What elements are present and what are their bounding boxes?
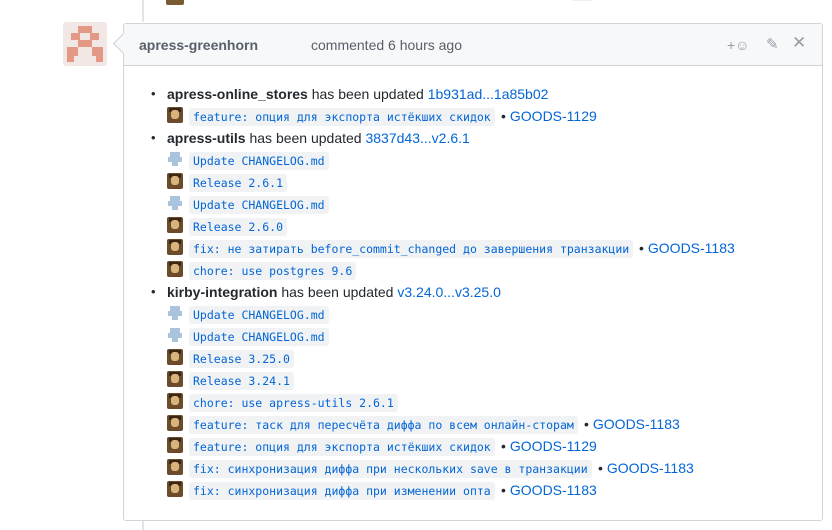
commit-message-link[interactable]: Update CHANGELOG.md xyxy=(189,152,329,170)
user-avatar-icon[interactable] xyxy=(167,239,183,255)
commit-message-link[interactable]: Release 3.24.1 xyxy=(189,372,294,390)
commit-message-link[interactable]: fix: синхронизация диффа при нескольких … xyxy=(189,460,592,478)
user-avatar-icon[interactable] xyxy=(167,371,183,387)
ticket-ref: • GOODS-1183 xyxy=(584,415,680,433)
ticket-ref: • GOODS-1183 xyxy=(598,459,694,477)
user-avatar-icon[interactable] xyxy=(167,261,183,277)
separator-dot: • xyxy=(501,438,506,454)
separator-dot: • xyxy=(598,460,603,476)
comment-author-link[interactable]: apress-greenhorn xyxy=(139,37,258,53)
user-avatar-icon[interactable] xyxy=(167,437,183,453)
ticket-ref: • GOODS-1129 xyxy=(501,107,597,125)
commit-message-link[interactable]: fix: не затирать before_commit_changed д… xyxy=(189,240,634,258)
commit-message-link[interactable]: Update CHANGELOG.md xyxy=(189,328,329,346)
user-avatar-icon[interactable] xyxy=(167,481,183,497)
commit-message-link[interactable]: fix: синхронизация диффа при изменении о… xyxy=(189,482,495,500)
list-bullet: • xyxy=(151,130,156,145)
repo-update-line: • apress-online_stores has been updated 1… xyxy=(151,85,549,103)
bot-avatar-icon[interactable] xyxy=(167,195,183,211)
ticket-link[interactable]: GOODS-1129 xyxy=(510,108,597,124)
user-avatar-icon[interactable] xyxy=(167,349,183,365)
bot-avatar-icon[interactable] xyxy=(167,305,183,321)
user-avatar-icon[interactable] xyxy=(167,459,183,475)
commit-message-link[interactable]: feature: таск для пересчёта диффа по все… xyxy=(189,416,578,434)
bot-avatar-icon[interactable] xyxy=(167,327,183,343)
repo-update-line: • apress-utils has been updated 3837d43..… xyxy=(151,129,470,147)
ticket-link[interactable]: GOODS-1129 xyxy=(510,438,597,454)
comment-meta: commented 6 hours ago xyxy=(311,37,462,53)
compare-range-link[interactable]: 3837d43...v2.6.1 xyxy=(365,130,469,146)
repo-name: kirby-integration xyxy=(167,284,278,300)
ticket-link[interactable]: GOODS-1183 xyxy=(607,460,694,476)
commit-message-link[interactable]: Release 2.6.1 xyxy=(189,174,288,192)
repo-name: apress-online_stores xyxy=(167,86,308,102)
commit-author-avatar xyxy=(166,0,184,5)
separator-dot: • xyxy=(584,416,589,432)
compare-range-link[interactable]: v3.24.0...v3.25.0 xyxy=(397,284,501,300)
timeline-line xyxy=(142,0,144,22)
close-icon[interactable]: ✕ xyxy=(792,34,806,51)
repo-name: apress-utils xyxy=(167,130,246,146)
user-avatar-icon[interactable] xyxy=(167,415,183,431)
list-bullet: • xyxy=(151,284,156,299)
pencil-icon[interactable]: ✎ xyxy=(766,37,779,53)
comment-timestamp[interactable]: 6 hours ago xyxy=(388,37,462,53)
bot-avatar-icon[interactable] xyxy=(167,151,183,167)
comment-action: commented xyxy=(311,37,385,53)
commit-message-link[interactable]: Release 2.6.0 xyxy=(189,218,288,236)
repo-verb: has been updated xyxy=(281,284,394,300)
ticket-ref: • GOODS-1183 xyxy=(501,481,597,499)
ticket-ref: • GOODS-1129 xyxy=(501,437,597,455)
truncated-code xyxy=(572,0,592,1)
timeline-stage: { "comment": { "author": "apress-greenho… xyxy=(0,0,832,530)
repo-verb: has been updated xyxy=(249,130,362,146)
comment-box: apress-greenhorn commented 6 hours ago +… xyxy=(123,23,823,521)
previous-comment-remnant: ✕ xyxy=(164,0,784,5)
repo-update-line: • kirby-integration has been updated v3.2… xyxy=(151,283,501,301)
separator-dot: • xyxy=(501,482,506,498)
ticket-link[interactable]: GOODS-1183 xyxy=(648,240,735,256)
commit-message-link[interactable]: feature: опция для экспорта истёкших ски… xyxy=(189,438,495,456)
compare-range-link[interactable]: 1b931ad...1a85b02 xyxy=(428,86,549,102)
commit-message-link[interactable]: chore: use postgres 9.6 xyxy=(189,262,357,280)
separator-dot: • xyxy=(501,108,506,124)
user-avatar-icon[interactable] xyxy=(167,217,183,233)
list-bullet: • xyxy=(151,86,156,101)
add-reaction-icon[interactable]: +☺ xyxy=(727,37,749,53)
repo-verb: has been updated xyxy=(311,86,424,102)
comment-header: apress-greenhorn commented 6 hours ago +… xyxy=(124,24,822,66)
user-avatar-icon[interactable] xyxy=(167,107,183,123)
commit-message-link[interactable]: Update CHANGELOG.md xyxy=(189,306,329,324)
commit-message-link[interactable]: feature: опция для экспорта истёкших ски… xyxy=(189,108,495,126)
timeline-line xyxy=(142,520,144,530)
commit-message-link[interactable]: Update CHANGELOG.md xyxy=(189,196,329,214)
commit-message-link[interactable]: chore: use apress-utils 2.6.1 xyxy=(189,394,398,412)
ticket-ref: • GOODS-1183 xyxy=(639,239,735,257)
ticket-link[interactable]: GOODS-1183 xyxy=(510,482,597,498)
separator-dot: • xyxy=(639,240,644,256)
user-avatar-icon[interactable] xyxy=(167,173,183,189)
user-avatar-icon[interactable] xyxy=(167,393,183,409)
avatar[interactable] xyxy=(63,22,107,66)
ticket-link[interactable]: GOODS-1183 xyxy=(593,416,680,432)
commit-message-link[interactable]: Release 3.25.0 xyxy=(189,350,294,368)
